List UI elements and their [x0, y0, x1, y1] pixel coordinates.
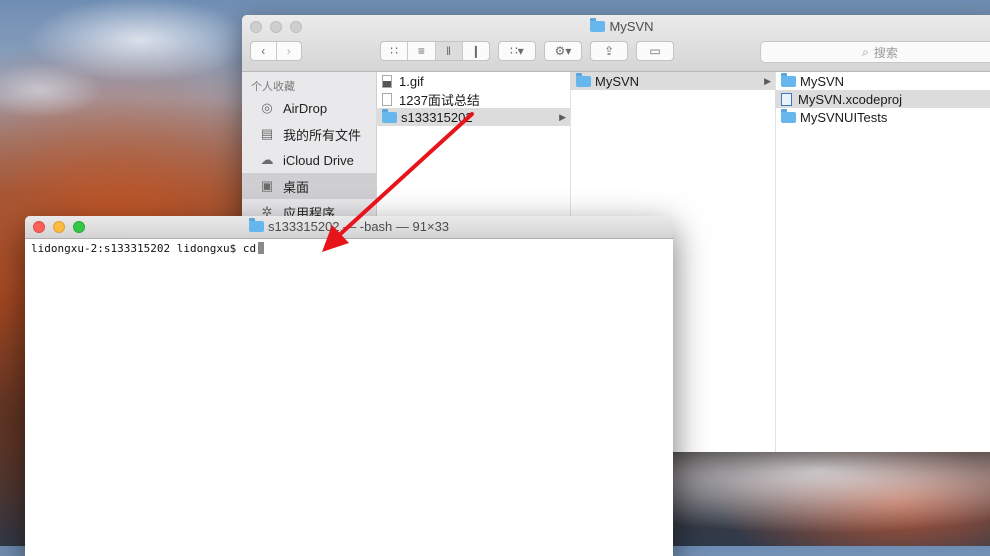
all-files-icon: ▤	[260, 126, 274, 141]
file-name: 1.gif	[399, 73, 424, 89]
search-input[interactable]: ⌕ 搜索	[760, 41, 990, 63]
disclosure-arrow-icon: ▶	[559, 111, 566, 122]
folder-row-mysvnuitests[interactable]: MySVNUITests ▶	[775, 108, 990, 126]
folder-icon	[576, 72, 591, 87]
sidebar-item-all-files[interactable]: ▤ 我的所有文件	[242, 121, 376, 147]
search-placeholder: 搜索	[873, 45, 898, 60]
icon-view-icon[interactable]: ∷	[381, 42, 409, 60]
file-row-1-gif[interactable]: 1.gif	[376, 72, 570, 90]
cover-flow-icon[interactable]: ❙	[463, 42, 489, 60]
document-icon	[382, 92, 392, 106]
file-row-xcodeproj[interactable]: MySVN.xcodeproj	[775, 90, 990, 108]
sidebar-item-label: AirDrop	[283, 100, 328, 116]
view-mode-selector: ∷ ≡ ‖ ❙	[380, 41, 490, 61]
cloud-icon: ☁	[260, 152, 274, 167]
tags-button[interactable]: ▭	[636, 41, 674, 61]
disclosure-arrow-icon: ▶	[764, 75, 771, 86]
folder-name: MySVN	[800, 73, 845, 89]
arrange-icon: ∷▾	[510, 44, 524, 58]
terminal-title-folder: s133315202	[267, 219, 340, 234]
terminal-cursor	[258, 242, 265, 254]
terminal-title-rest: — -bash — 91×33	[343, 219, 450, 234]
terminal-prompt-line: lidongxu-2:s133315202 lidongxu$ cd	[31, 242, 257, 255]
share-button[interactable]: ⇪	[590, 41, 628, 61]
terminal-title: s133315202 — -bash — 91×33	[25, 218, 673, 234]
folder-icon	[781, 108, 796, 123]
airdrop-icon: ◎	[261, 100, 273, 115]
folder-icon	[781, 72, 796, 87]
finder-title: MySVN	[242, 18, 990, 34]
folder-name: MySVNUITests	[800, 109, 888, 125]
gear-icon: ⚙▾	[554, 44, 572, 58]
sidebar-item-label: 我的所有文件	[283, 127, 362, 143]
back-button[interactable]: ‹	[251, 42, 277, 60]
list-view-icon[interactable]: ≡	[408, 42, 436, 60]
sidebar-item-label: iCloud Drive	[283, 152, 354, 168]
file-name: 1237面试总结	[399, 92, 480, 108]
wallpaper-snow	[0, 0, 260, 140]
file-row-interview-notes[interactable]: 1237面试总结	[376, 90, 570, 108]
action-button[interactable]: ⚙▾	[544, 41, 582, 61]
forward-button[interactable]: ›	[277, 42, 302, 60]
sidebar-item-desktop[interactable]: ▣ 桌面	[242, 173, 376, 199]
column-view-icon[interactable]: ‖	[435, 42, 463, 60]
terminal-titlebar: s133315202 — -bash — 91×33	[25, 216, 673, 239]
folder-icon	[590, 18, 606, 32]
sidebar-item-icloud-drive[interactable]: ☁ iCloud Drive	[242, 147, 376, 173]
folder-icon	[248, 218, 264, 232]
finder-column-3: MySVN ▶ MySVN.xcodeproj MySVNUITests ▶	[775, 72, 990, 452]
terminal-window[interactable]: s133315202 — -bash — 91×33 lidongxu-2:s1…	[25, 216, 673, 556]
nav-back-forward: ‹ ›	[250, 41, 302, 61]
finder-title-text: MySVN	[609, 19, 654, 34]
folder-row-mysvn[interactable]: MySVN ▶	[570, 72, 775, 90]
sidebar-heading: 个人收藏	[251, 81, 295, 93]
folder-name: s133315202	[401, 109, 473, 125]
folder-row-mysvn-inner[interactable]: MySVN ▶	[775, 72, 990, 90]
file-name: MySVN.xcodeproj	[798, 91, 903, 107]
share-icon: ⇪	[603, 44, 615, 58]
arrange-button[interactable]: ∷▾	[498, 41, 536, 61]
folder-row-s133315202[interactable]: s133315202 ▶	[376, 108, 570, 126]
search-icon: ⌕	[862, 44, 869, 59]
image-file-icon	[382, 74, 392, 88]
sidebar-item-label: 桌面	[283, 179, 310, 195]
tag-icon: ▭	[649, 44, 661, 58]
folder-icon	[382, 108, 397, 123]
desktop-icon: ▣	[260, 178, 274, 193]
xcodeproj-icon	[781, 92, 792, 106]
sidebar-item-airdrop[interactable]: ◎ AirDrop	[242, 95, 376, 121]
finder-toolbar: MySVN ‹ › ∷ ≡ ‖ ❙ ∷▾ ⚙▾ ⇪ ▭ ⌕ 搜索	[242, 15, 990, 72]
folder-name: MySVN	[595, 73, 640, 89]
terminal-content[interactable]: lidongxu-2:s133315202 lidongxu$ cd	[25, 239, 673, 259]
